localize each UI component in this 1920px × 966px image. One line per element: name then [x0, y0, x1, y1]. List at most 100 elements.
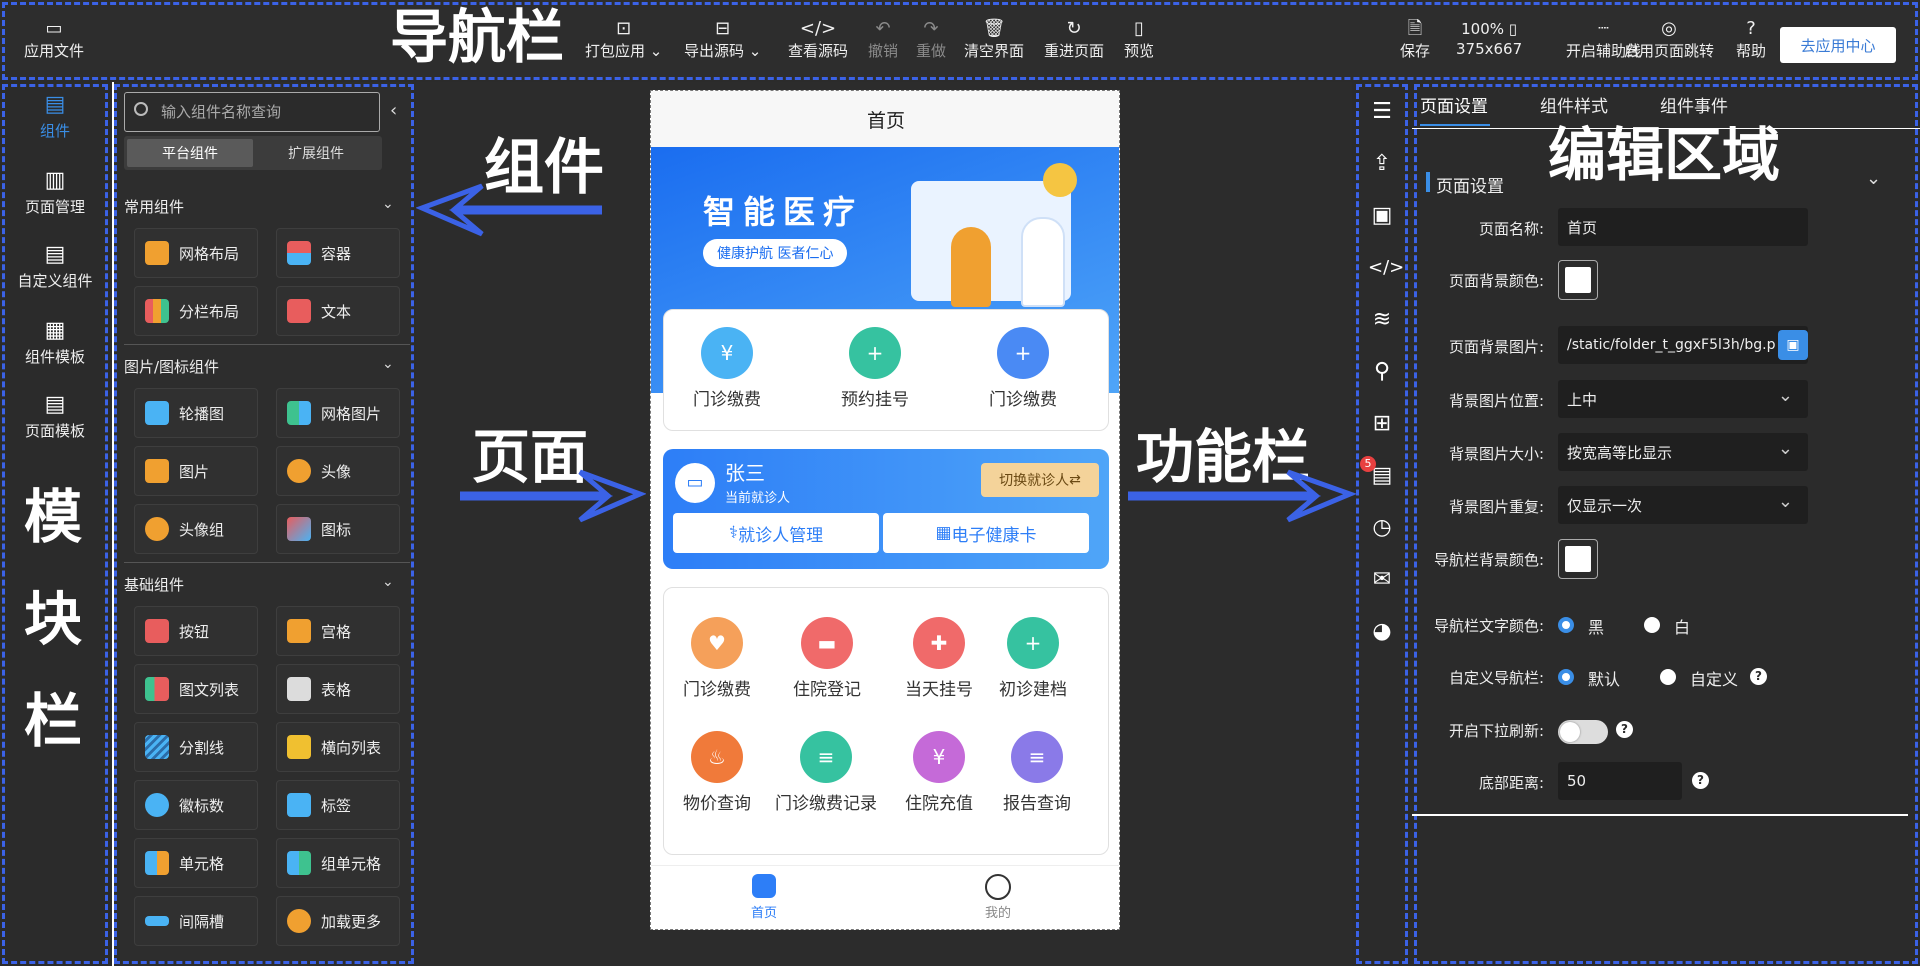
comp-grid-layout[interactable]: 网格布局 — [134, 228, 258, 278]
bg-position-select[interactable]: 上中 — [1558, 380, 1808, 418]
comp-column-layout[interactable]: 分栏布局 — [134, 286, 258, 336]
service-item-8[interactable]: ≡ 报告查询 — [1003, 731, 1071, 814]
comp-icon[interactable]: 图标 — [276, 504, 400, 554]
collapse-left-icon[interactable]: ‹ — [390, 100, 397, 121]
comp-grid-image[interactable]: 网格图片 — [276, 388, 400, 438]
plug-icon[interactable]: ⚲ — [1368, 358, 1396, 386]
chevron-down-icon[interactable]: ⌄ — [382, 196, 394, 212]
help-icon[interactable]: ? — [1750, 668, 1767, 685]
pack-app-button[interactable]: ⊡ 打包应用 ⌄ — [585, 18, 662, 61]
mod-custom-components[interactable]: ▤ 自定义组件 — [0, 240, 110, 291]
quick-item-2[interactable]: + 预约挂号 — [841, 327, 909, 410]
app-file-button[interactable]: ▭ 应用文件 — [24, 18, 84, 61]
radio-nav-custom[interactable] — [1660, 669, 1676, 685]
device-size-button[interactable]: 100% ▯ 375x667 — [1456, 18, 1522, 58]
comp-palace-grid[interactable]: 宫格 — [276, 606, 400, 656]
bg-color-swatch[interactable] — [1558, 260, 1598, 300]
comp-text[interactable]: 文本 — [276, 286, 400, 336]
radio-nav-default[interactable] — [1558, 669, 1574, 685]
comp-cell-group[interactable]: 组单元格 — [276, 838, 400, 888]
upload-icon[interactable]: ⇪ — [1368, 150, 1396, 178]
code-icon[interactable]: </> — [1368, 254, 1404, 282]
tab-component-style[interactable]: 组件样式 — [1540, 92, 1608, 117]
inbox-icon[interactable]: ⊞ — [1368, 410, 1396, 438]
page-jump-button[interactable]: ◎ 启用页面跳转 — [1624, 18, 1714, 61]
layers-icon[interactable]: ☰ — [1368, 98, 1396, 126]
service-item-2[interactable]: ▬ 住院登记 — [793, 617, 861, 700]
chevron-down-icon[interactable]: ⌄ — [382, 574, 394, 590]
comp-image[interactable]: 图片 — [134, 446, 258, 496]
chevron-down-icon[interactable]: ⌄ — [382, 356, 394, 372]
palette-icon[interactable]: ◕ — [1368, 618, 1396, 646]
radio-nav-white[interactable] — [1644, 617, 1660, 633]
tab-platform-components[interactable]: 平台组件 — [127, 139, 253, 167]
reload-button[interactable]: ↻ 重进页面 — [1044, 18, 1104, 61]
comp-carousel[interactable]: 轮播图 — [134, 388, 258, 438]
undo-button[interactable]: ↶ 撤销 — [868, 18, 898, 61]
comp-container[interactable]: 容器 — [276, 228, 400, 278]
preview-button[interactable]: ▯ 预览 — [1124, 18, 1154, 61]
service-item-5[interactable]: ♨ 物价查询 — [683, 731, 751, 814]
switch-patient-button[interactable]: 切换就诊人 ⇄ — [981, 463, 1099, 497]
mod-page-manage[interactable]: ▥ 页面管理 — [0, 166, 110, 217]
view-source-button[interactable]: </> 查看源码 — [788, 18, 848, 61]
upload-image-button[interactable]: ▣ — [1778, 330, 1808, 360]
comp-media-list[interactable]: 图文列表 — [134, 664, 258, 714]
section-common[interactable]: 常用组件 — [124, 196, 184, 217]
page-settings-section[interactable]: 页面设置 — [1436, 172, 1504, 197]
manage-patient-button[interactable]: ⚕ 就诊人管理 — [673, 513, 879, 553]
comp-avatar[interactable]: 头像 — [276, 446, 400, 496]
image-icon[interactable]: ▣ — [1368, 202, 1396, 230]
mod-page-templates[interactable]: ▤ 页面模板 — [0, 390, 110, 441]
to-app-center-button[interactable]: 去应用中心 — [1780, 27, 1896, 63]
comp-badge[interactable]: 徽标数 — [134, 780, 258, 830]
clock-icon[interactable]: ◷ — [1368, 514, 1396, 542]
help-icon[interactable]: ? — [1692, 772, 1709, 789]
comp-divider[interactable]: 分割线 — [134, 722, 258, 772]
comp-load-more[interactable]: 加载更多 — [276, 896, 400, 946]
tab-mine[interactable]: 我的 — [985, 874, 1011, 921]
help-icon[interactable]: ? — [1616, 721, 1633, 738]
mod-component-templates[interactable]: ▦ 组件模板 — [0, 316, 110, 367]
save-button[interactable]: 🗎 保存 — [1400, 18, 1430, 61]
bottom-distance-input[interactable]: 50 — [1558, 762, 1682, 800]
comp-horizontal-list[interactable]: 横向列表 — [276, 722, 400, 772]
radio-nav-black[interactable] — [1558, 617, 1574, 633]
phone-preview[interactable]: 首页 智能医疗 健康护航 医者仁心 ¥ 门诊缴费 + 预约挂号 + 门诊缴费 ▭ 张三… — [650, 90, 1120, 930]
help-button[interactable]: ? 帮助 — [1736, 18, 1766, 61]
service-item-1[interactable]: ♥ 门诊缴费 — [683, 617, 751, 700]
mail-icon[interactable]: ✉ — [1368, 566, 1396, 594]
chevron-down-icon[interactable]: ⌄ — [1866, 168, 1881, 189]
redo-button[interactable]: ↷ 重做 — [916, 18, 946, 61]
comp-button[interactable]: 按钮 — [134, 606, 258, 656]
bg-repeat-select[interactable]: 仅显示一次 — [1558, 486, 1808, 524]
bg-size-select[interactable]: 按宽高等比显示 — [1558, 433, 1808, 471]
section-basic[interactable]: 基础组件 — [124, 574, 184, 595]
service-item-4[interactable]: + 初诊建档 — [999, 617, 1067, 700]
comp-tag[interactable]: 标签 — [276, 780, 400, 830]
comp-cell[interactable]: 单元格 — [134, 838, 258, 888]
export-source-button[interactable]: ⊟ 导出源码 ⌄ — [684, 18, 761, 61]
tab-component-events[interactable]: 组件事件 — [1660, 92, 1728, 117]
quick-item-1[interactable]: ¥ 门诊缴费 — [693, 327, 761, 410]
bg-image-input[interactable]: /static/folder_t_ggxF5l3h/bg.p — [1558, 326, 1808, 364]
comp-avatar-group[interactable]: 头像组 — [134, 504, 258, 554]
tab-extension-components[interactable]: 扩展组件 — [253, 139, 379, 167]
tab-page-settings[interactable]: 页面设置 — [1420, 92, 1488, 117]
clear-button[interactable]: 🗑 清空界面 — [964, 18, 1024, 61]
service-item-3[interactable]: ✚ 当天挂号 — [905, 617, 973, 700]
mod-components[interactable]: ▤ 组件 — [0, 90, 110, 141]
nav-bg-color-swatch[interactable] — [1558, 539, 1598, 579]
component-search-input[interactable] — [124, 92, 380, 132]
service-item-6[interactable]: ≡ 门诊缴费记录 — [775, 731, 877, 814]
page-name-input[interactable]: 首页 — [1558, 208, 1808, 246]
pull-refresh-toggle[interactable] — [1558, 720, 1608, 744]
service-item-7[interactable]: ¥ 住院充值 — [905, 731, 973, 814]
health-card-button[interactable]: ▦ 电子健康卡 — [883, 513, 1089, 553]
section-image-icon[interactable]: 图片/图标组件 — [124, 356, 219, 377]
quick-item-3[interactable]: + 门诊缴费 — [989, 327, 1057, 410]
comp-table[interactable]: 表格 — [276, 664, 400, 714]
comp-spacer[interactable]: 间隔槽 — [134, 896, 258, 946]
database-icon[interactable]: ≋ — [1368, 306, 1396, 334]
tab-home[interactable]: 首页 — [751, 874, 777, 921]
